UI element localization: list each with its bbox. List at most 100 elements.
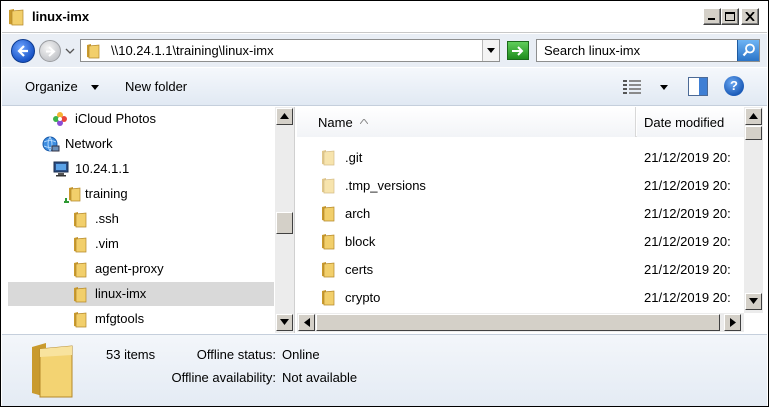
file-name: .tmp_versions <box>345 178 426 193</box>
chevron-up-icon <box>749 113 758 119</box>
search-icon <box>742 43 755 57</box>
shared-folder-icon <box>64 187 81 203</box>
folder-icon <box>74 237 87 253</box>
scroll-thumb[interactable] <box>316 314 720 331</box>
folder-icon <box>322 234 335 250</box>
scroll-up-button[interactable] <box>745 108 762 125</box>
file-list-pane: Name Date modified .git 21/12/2019 20: .… <box>297 107 767 333</box>
item-count: 53 items <box>106 347 156 362</box>
search-button[interactable] <box>737 40 759 61</box>
file-date: 21/12/2019 20: <box>644 262 731 277</box>
tree-item-mfgtools[interactable]: mfgtools <box>2 307 274 331</box>
tree-item-linux-imx[interactable]: linux-imx <box>8 282 274 306</box>
column-header-name[interactable]: Name <box>297 107 636 137</box>
folder-icon <box>74 212 87 228</box>
file-date: 21/12/2019 20: <box>644 206 731 221</box>
computer-icon <box>53 161 69 177</box>
organize-button[interactable]: Organize <box>25 79 78 94</box>
tree-item-vim[interactable]: .vim <box>2 232 274 256</box>
navigation-pane: iCloud Photos Network 10.24.1.1 training… <box>2 107 295 333</box>
file-list-vertical-scrollbar[interactable] <box>744 107 763 313</box>
file-date: 21/12/2019 20: <box>644 178 731 193</box>
minimize-button[interactable] <box>703 8 721 25</box>
tree-item-network[interactable]: Network <box>2 132 274 156</box>
chevron-down-icon <box>487 48 495 53</box>
folder-icon <box>87 44 100 59</box>
search-placeholder: Search linux-imx <box>544 43 641 58</box>
new-folder-button[interactable]: New folder <box>125 79 187 94</box>
tree-item-ssh[interactable]: .ssh <box>2 207 274 231</box>
recent-pages-dropdown-icon[interactable] <box>65 47 75 55</box>
title-bar[interactable]: linux-imx <box>2 2 767 33</box>
column-header-row: Name Date modified <box>297 107 747 137</box>
file-row-crypto[interactable]: crypto 21/12/2019 20: <box>297 284 743 312</box>
scroll-up-button[interactable] <box>276 108 293 125</box>
explorer-window: linux-imx \\10.24.1.1\training\linux-imx <box>0 0 769 407</box>
navigation-scrollbar[interactable] <box>275 107 294 333</box>
chevron-down-icon <box>749 298 758 304</box>
arrow-right-icon <box>512 46 524 56</box>
file-row-tmp-versions[interactable]: .tmp_versions 21/12/2019 20: <box>297 172 743 200</box>
tree-item-label: agent-proxy <box>95 261 164 276</box>
scroll-thumb[interactable] <box>745 126 762 140</box>
folder-icon <box>74 312 87 328</box>
file-row-arch[interactable]: arch 21/12/2019 20: <box>297 200 743 228</box>
tree-item-label: iCloud Photos <box>75 111 156 126</box>
icloud-photos-icon <box>53 112 67 126</box>
scroll-down-button[interactable] <box>276 314 293 331</box>
folder-icon <box>32 343 73 398</box>
command-bar: Organize New folder ? <box>2 68 767 106</box>
file-date: 21/12/2019 20: <box>644 290 731 305</box>
search-input[interactable]: Search linux-imx <box>536 39 760 62</box>
view-options-icon[interactable] <box>623 79 643 95</box>
scroll-left-button[interactable] <box>298 314 315 331</box>
chevron-right-icon <box>730 318 736 327</box>
file-name: arch <box>345 206 371 221</box>
tree-item-icloud-photos[interactable]: iCloud Photos <box>2 107 274 131</box>
go-button[interactable] <box>507 41 529 60</box>
tree-item-training[interactable]: training <box>2 182 274 206</box>
tree-item-label: Network <box>65 136 113 151</box>
help-icon[interactable]: ? <box>724 76 744 96</box>
address-dropdown-button[interactable] <box>482 40 499 61</box>
file-list-horizontal-scrollbar[interactable] <box>297 313 744 332</box>
offline-availability-label: Offline availability: <box>171 370 276 385</box>
offline-status-label: Offline status: <box>196 347 276 362</box>
file-row-git[interactable]: .git 21/12/2019 20: <box>297 144 743 172</box>
back-button[interactable] <box>11 39 35 63</box>
tree-item-label: training <box>85 186 128 201</box>
scroll-right-button[interactable] <box>724 314 741 331</box>
folder-icon <box>74 262 87 278</box>
folder-icon <box>322 290 335 306</box>
close-button[interactable] <box>741 8 759 25</box>
forward-button[interactable] <box>39 40 61 62</box>
tree-item-label: linux-imx <box>95 286 147 301</box>
tree-item-agent-proxy[interactable]: agent-proxy <box>2 257 274 281</box>
file-date: 21/12/2019 20: <box>644 234 731 249</box>
arrow-right-icon <box>46 46 56 57</box>
tree-item-label: .vim <box>95 236 119 251</box>
maximize-button[interactable] <box>721 8 739 25</box>
folder-icon <box>74 287 87 303</box>
folder-icon <box>322 262 335 278</box>
address-path: \\10.24.1.1\training\linux-imx <box>111 43 274 58</box>
file-name: certs <box>345 262 374 277</box>
column-header-date-modified[interactable]: Date modified <box>637 107 747 137</box>
arrow-left-icon <box>17 45 28 57</box>
chevron-down-icon[interactable] <box>660 85 668 90</box>
scroll-down-button[interactable] <box>745 293 762 310</box>
address-bar[interactable]: \\10.24.1.1\training\linux-imx <box>80 39 500 62</box>
window-title: linux-imx <box>32 9 90 24</box>
chevron-down-icon[interactable] <box>91 85 99 90</box>
preview-pane-icon[interactable] <box>688 77 708 96</box>
scroll-thumb[interactable] <box>276 212 293 234</box>
file-row-block[interactable]: block 21/12/2019 20: <box>297 228 743 256</box>
tree-item-label: mfgtools <box>95 311 145 326</box>
tree-item-server[interactable]: 10.24.1.1 <box>2 157 274 181</box>
folder-icon <box>322 206 335 222</box>
column-header-label: Name <box>318 115 353 130</box>
file-name: block <box>345 234 376 249</box>
network-icon <box>42 136 60 152</box>
folder-icon <box>9 9 24 26</box>
file-row-certs[interactable]: certs 21/12/2019 20: <box>297 256 743 284</box>
